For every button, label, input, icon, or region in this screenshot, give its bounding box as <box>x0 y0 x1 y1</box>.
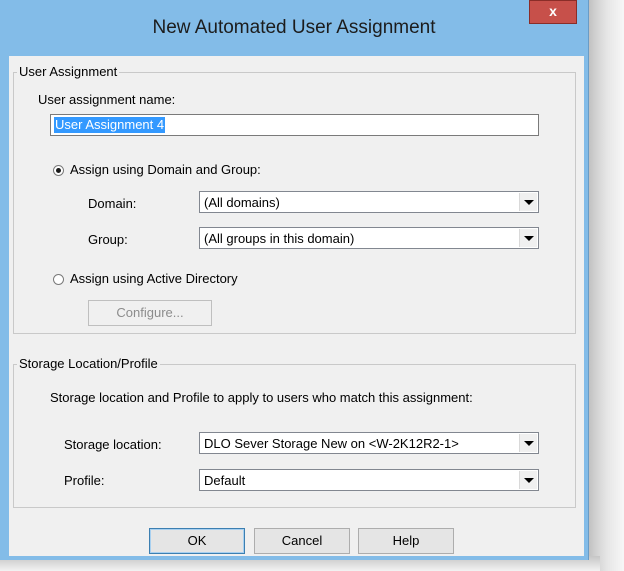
ok-button[interactable]: OK <box>149 528 245 554</box>
assign-domain-group-radio[interactable] <box>53 165 64 176</box>
dialog-client-area: User Assignment User assignment name: Us… <box>9 56 584 556</box>
storage-description: Storage location and Profile to apply to… <box>50 390 473 405</box>
user-assignment-name-label: User assignment name: <box>38 92 176 107</box>
group-select[interactable]: (All groups in this domain) <box>199 227 539 249</box>
domain-dropdown-button[interactable] <box>519 193 537 211</box>
assign-active-directory-label[interactable]: Assign using Active Directory <box>70 271 238 286</box>
storage-location-label: Storage location: <box>64 437 162 452</box>
storage-location-legend: Storage Location/Profile <box>17 356 160 371</box>
profile-select[interactable]: Default <box>199 469 539 491</box>
window-shadow <box>585 0 624 571</box>
storage-location-dropdown-button[interactable] <box>519 434 537 452</box>
domain-label: Domain: <box>88 196 137 211</box>
profile-value: Default <box>204 473 246 488</box>
dialog-title: New Automated User Assignment <box>152 17 436 38</box>
profile-label: Profile: <box>64 473 105 488</box>
group-dropdown-button[interactable] <box>519 229 537 247</box>
radio-selected-dot <box>56 168 61 173</box>
assign-domain-group-label[interactable]: Assign using Domain and Group: <box>70 162 261 177</box>
storage-location-select[interactable]: DLO Sever Storage New on <W-2K12R2-1> <box>199 432 539 454</box>
domain-select[interactable]: (All domains) <box>199 191 539 213</box>
chevron-down-icon <box>524 236 534 241</box>
user-assignment-name-value: User Assignment 4 <box>54 117 166 133</box>
dialog-window: New Automated User Assignment x User Ass… <box>0 0 589 560</box>
close-icon: x <box>549 3 557 19</box>
group-label: Group: <box>88 232 128 247</box>
help-button[interactable]: Help <box>358 528 454 554</box>
title-bar[interactable]: New Automated User Assignment x <box>0 0 588 60</box>
close-button[interactable]: x <box>529 0 577 24</box>
assign-active-directory-radio[interactable] <box>53 274 64 285</box>
storage-location-value: DLO Sever Storage New on <W-2K12R2-1> <box>204 436 459 451</box>
cancel-button[interactable]: Cancel <box>254 528 350 554</box>
user-assignment-name-input[interactable]: User Assignment 4 <box>50 114 539 136</box>
user-assignment-legend: User Assignment <box>17 64 120 79</box>
chevron-down-icon <box>524 478 534 483</box>
chevron-down-icon <box>524 200 534 205</box>
chevron-down-icon <box>524 441 534 446</box>
domain-select-value: (All domains) <box>204 195 280 210</box>
profile-dropdown-button[interactable] <box>519 471 537 489</box>
configure-button[interactable]: Configure... <box>88 300 212 326</box>
group-select-value: (All groups in this domain) <box>204 231 355 246</box>
